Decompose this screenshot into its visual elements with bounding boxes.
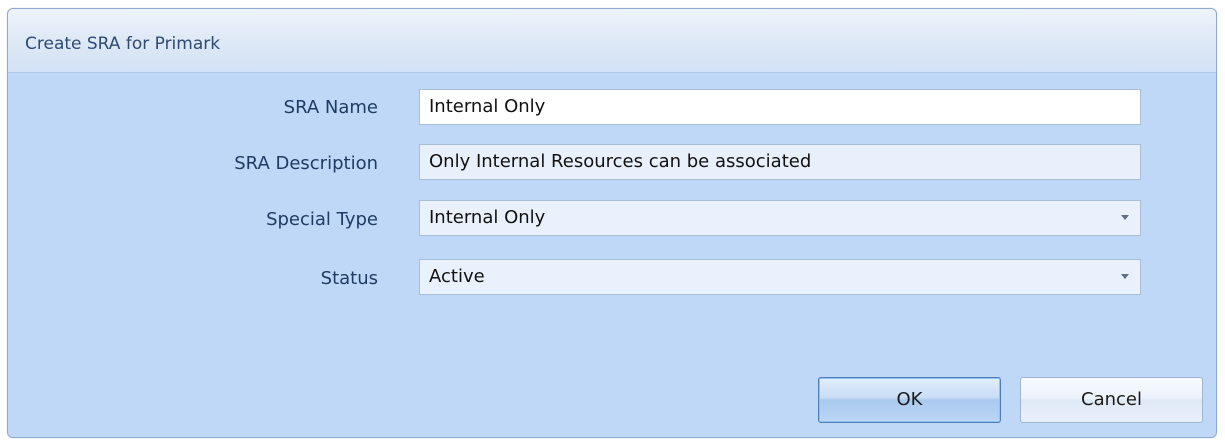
chevron-down-icon[interactable] [1121,274,1129,279]
special-type-value: Internal Only [429,207,546,228]
status-label: Status [320,268,378,289]
status-value: Active [429,266,485,287]
sra-name-label: SRA Name [283,97,378,118]
chevron-down-icon[interactable] [1121,215,1129,220]
sra-description-field[interactable]: Only Internal Resources can be associate… [419,144,1141,180]
special-type-label: Special Type [266,209,378,230]
create-sra-dialog: Create SRA for Primark SRA Name Internal… [7,8,1217,438]
sra-name-field[interactable]: Internal Only [419,89,1141,125]
sra-description-label: SRA Description [234,153,378,174]
cancel-button[interactable]: Cancel [1020,377,1203,423]
ok-button[interactable]: OK [818,377,1001,423]
dialog-title: Create SRA for Primark [25,34,221,54]
dialog-titlebar: Create SRA for Primark [8,9,1216,73]
status-dropdown[interactable]: Active [419,259,1141,295]
special-type-dropdown[interactable]: Internal Only [419,200,1141,236]
